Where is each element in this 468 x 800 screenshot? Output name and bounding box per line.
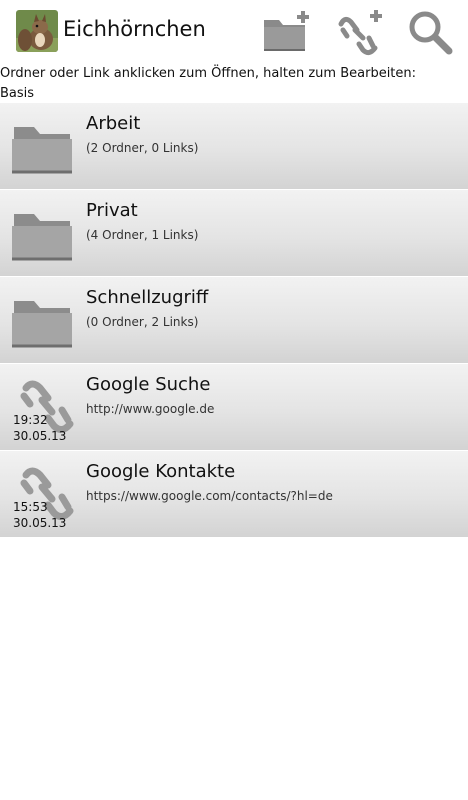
- list-item[interactable]: Google Kontakte https://www.google.com/c…: [0, 451, 468, 537]
- item-title: Google Kontakte: [86, 461, 236, 482]
- item-date: 30.05.13: [13, 516, 67, 530]
- search-button[interactable]: [405, 6, 457, 58]
- link-plus-icon: [338, 10, 382, 56]
- list-item[interactable]: Google Suche http://www.google.de 19:32 …: [0, 364, 468, 450]
- search-icon: [409, 11, 453, 55]
- folder-icon: [8, 287, 78, 353]
- item-url: https://www.google.com/contacts/?hl=de: [86, 489, 333, 503]
- item-title: Schnellzugriff: [86, 287, 209, 308]
- item-title: Arbeit: [86, 113, 141, 134]
- folder-icon: [8, 200, 78, 266]
- item-subtitle: (2 Ordner, 0 Links): [86, 141, 199, 155]
- item-title: Google Suche: [86, 374, 211, 395]
- add-link-button[interactable]: [333, 6, 385, 58]
- breadcrumb: Basis: [0, 86, 35, 101]
- list-item[interactable]: Privat (4 Ordner, 1 Links): [0, 190, 468, 276]
- app-icon[interactable]: [16, 10, 58, 52]
- folder-icon: [8, 113, 78, 179]
- item-subtitle: (4 Ordner, 1 Links): [86, 228, 199, 242]
- add-folder-button[interactable]: [260, 6, 312, 58]
- action-bar: Eichhörnchen: [0, 0, 468, 62]
- app-title: Eichhörnchen: [63, 17, 206, 41]
- item-time: 15:53: [13, 500, 48, 514]
- hint-text: Ordner oder Link anklicken zum Öffnen, h…: [0, 66, 417, 81]
- item-subtitle: (0 Ordner, 2 Links): [86, 315, 199, 329]
- folder-plus-icon: [264, 11, 309, 51]
- item-time: 19:32: [13, 413, 48, 427]
- item-date: 30.05.13: [13, 429, 67, 443]
- list-item[interactable]: Schnellzugriff (0 Ordner, 2 Links): [0, 277, 468, 363]
- bookmark-list: Arbeit (2 Ordner, 0 Links) Privat (4 Ord…: [0, 103, 468, 538]
- list-item[interactable]: Arbeit (2 Ordner, 0 Links): [0, 103, 468, 189]
- item-url: http://www.google.de: [86, 402, 215, 416]
- item-title: Privat: [86, 200, 138, 221]
